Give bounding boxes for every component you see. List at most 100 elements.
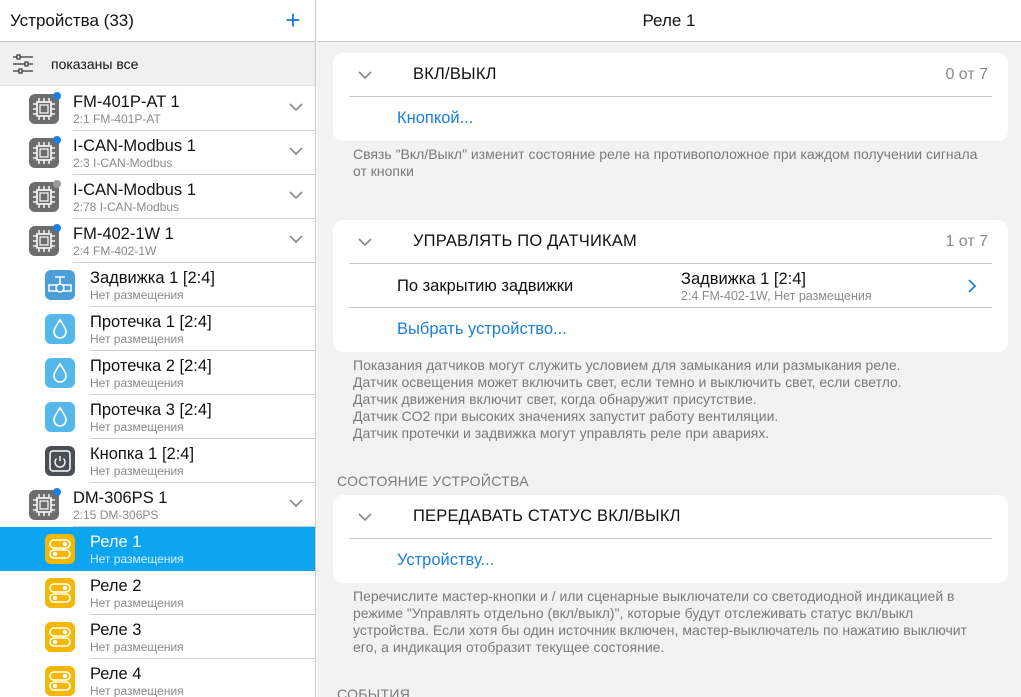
list-item[interactable]: Реле 1 Нет размещения xyxy=(0,527,315,571)
row-sub: Нет размещения xyxy=(90,552,184,566)
plus-icon[interactable]: + xyxy=(283,6,303,34)
row-name: DM-306PS 1 xyxy=(73,489,168,507)
row-name: Протечка 1 [2:4] xyxy=(90,313,212,331)
row-sub: Нет размещения xyxy=(90,376,184,390)
sensors-title: УПРАВЛЯТЬ ПО ДАТЧИКАМ xyxy=(413,232,637,250)
status-title: ПЕРЕДАВАТЬ СТАТУС ВКЛ/ВЫКЛ xyxy=(413,507,681,525)
water-drop-icon xyxy=(45,402,75,432)
list-item[interactable]: Кнопка 1 [2:4] Нет размещения xyxy=(0,439,315,483)
row-name: Задвижка 1 [2:4] xyxy=(90,269,215,287)
row-sub: Нет размещения xyxy=(90,332,184,346)
to-device-link[interactable]: Устройству... xyxy=(397,551,494,570)
status-dot xyxy=(53,488,61,496)
onoff-note: Связь "Вкл/Выкл" изменит состояние реле … xyxy=(353,146,978,179)
device-row[interactable]: FM-401P-AT 1 2:1 FM-401P-AT xyxy=(0,87,315,131)
chevron-down-icon[interactable] xyxy=(288,99,304,115)
list-item[interactable]: Реле 4 Нет размещения xyxy=(0,659,315,697)
device-row[interactable]: I-CAN-Modbus 1 2:3 I-CAN-Modbus xyxy=(0,131,315,175)
row-name: I-CAN-Modbus 1 xyxy=(73,181,196,199)
list-item[interactable]: Реле 3 Нет размещения xyxy=(0,615,315,659)
onoff-card: ВКЛ/ВЫКЛ 0 от 7 Кнопкой... xyxy=(333,53,1008,141)
sensor-binding-row[interactable]: По закрытию задвижки Задвижка 1 [2:4] 2:… xyxy=(349,264,992,308)
list-item[interactable]: Протечка 2 [2:4] Нет размещения xyxy=(0,351,315,395)
water-drop-icon xyxy=(45,358,75,388)
chevron-down-icon[interactable] xyxy=(288,495,304,511)
relay-icon xyxy=(45,666,75,696)
detail-header: Реле 1 xyxy=(317,0,1021,42)
app-window: Устройства (33) + показаны все FM-401P-A… xyxy=(0,0,1021,697)
filter-bar[interactable]: показаны все xyxy=(0,42,315,86)
device-list-header: Устройства (33) + xyxy=(0,0,315,42)
sensors-header[interactable]: УПРАВЛЯТЬ ПО ДАТЧИКАМ 1 от 7 xyxy=(349,220,992,264)
chevron-down-icon[interactable] xyxy=(288,187,304,203)
list-item[interactable]: Протечка 1 [2:4] Нет размещения xyxy=(0,307,315,351)
row-name: Реле 1 xyxy=(90,533,142,551)
row-name: I-CAN-Modbus 1 xyxy=(73,137,196,155)
sensors-note-line: Датчик CO2 при высоких значениях запусти… xyxy=(353,408,779,424)
device-list-title: Устройства (33) xyxy=(10,11,134,30)
device-row[interactable]: FM-402-1W 1 2:4 FM-402-1W xyxy=(0,219,315,263)
status-dot xyxy=(53,180,61,188)
power-button-icon xyxy=(45,446,75,476)
row-sub: Нет размещения xyxy=(90,464,184,478)
valve-icon xyxy=(45,270,75,300)
row-name: Протечка 3 [2:4] xyxy=(90,401,212,419)
sensors-card: УПРАВЛЯТЬ ПО ДАТЧИКАМ 1 от 7 По закрытию… xyxy=(333,220,1008,352)
sensor-condition-label: По закрытию задвижки xyxy=(397,277,574,295)
sensors-note-line: Датчик освещения может включить свет, ес… xyxy=(353,374,902,390)
row-sub: Нет размещения xyxy=(90,596,184,610)
list-item[interactable]: Реле 2 Нет размещения xyxy=(0,571,315,615)
sensors-note-line: Показания датчиков могут служить условие… xyxy=(353,357,901,373)
chevron-down-icon[interactable] xyxy=(357,234,373,250)
row-name: Реле 3 xyxy=(90,621,142,639)
row-name: Реле 4 xyxy=(90,665,142,683)
row-name: Протечка 2 [2:4] xyxy=(90,357,212,375)
row-sub: Нет размещения xyxy=(90,288,184,302)
page-title: Реле 1 xyxy=(642,11,696,30)
sensors-note: Показания датчиков могут служить условие… xyxy=(353,357,993,442)
detail-panel: Реле 1 ВКЛ/ВЫКЛ 0 от 7 Кнопкой... Связь … xyxy=(317,0,1021,697)
status-header[interactable]: ПЕРЕДАВАТЬ СТАТУС ВКЛ/ВЫКЛ xyxy=(349,495,992,539)
sensors-note-line: Датчик протечки и задвижка могут управля… xyxy=(353,425,770,441)
row-sub: 2:1 FM-401P-AT xyxy=(73,112,161,126)
row-sub: Нет размещения xyxy=(90,640,184,654)
list-item[interactable]: Задвижка 1 [2:4] Нет размещения xyxy=(0,263,315,307)
status-dot xyxy=(53,224,61,232)
sensor-device-name: Задвижка 1 [2:4] xyxy=(681,270,806,288)
status-note: Перечислите мастер-кнопки и / или сценар… xyxy=(353,588,967,655)
row-sub: 2:4 FM-402-1W xyxy=(73,244,157,258)
chevron-right-icon[interactable] xyxy=(966,278,978,294)
device-row[interactable]: DM-306PS 1 2:15 DM-306PS xyxy=(0,483,315,527)
row-name: Реле 2 xyxy=(90,577,142,595)
list-item[interactable]: Протечка 3 [2:4] Нет размещения xyxy=(0,395,315,439)
onoff-header[interactable]: ВКЛ/ВЫКЛ 0 от 7 xyxy=(349,53,992,97)
filter-text: показаны все xyxy=(51,56,139,72)
chevron-down-icon[interactable] xyxy=(357,509,373,525)
status-card: ПЕРЕДАВАТЬ СТАТУС ВКЛ/ВЫКЛ Устройству... xyxy=(333,495,1008,583)
device-list-panel: Устройства (33) + показаны все FM-401P-A… xyxy=(0,0,316,697)
sensors-note-line: Датчик движения включит свет, когда обна… xyxy=(353,391,757,407)
add-button-link[interactable]: Кнопкой... xyxy=(397,109,473,128)
row-name: Кнопка 1 [2:4] xyxy=(90,445,195,463)
chevron-down-icon[interactable] xyxy=(288,231,304,247)
relay-icon xyxy=(45,578,75,608)
chevron-down-icon[interactable] xyxy=(357,67,373,83)
relay-icon xyxy=(45,534,75,564)
onoff-count: 0 от 7 xyxy=(945,66,988,83)
row-sub: 2:15 DM-306PS xyxy=(73,508,159,522)
status-dot xyxy=(53,136,61,144)
onoff-title: ВКЛ/ВЫКЛ xyxy=(413,65,497,83)
row-sub: Нет размещения xyxy=(90,684,184,697)
status-dot xyxy=(53,92,61,100)
chevron-down-icon[interactable] xyxy=(288,143,304,159)
select-device-link[interactable]: Выбрать устройство... xyxy=(397,320,567,339)
device-row[interactable]: I-CAN-Modbus 1 2:78 I-CAN-Modbus xyxy=(0,175,315,219)
relay-icon xyxy=(45,622,75,652)
row-name: FM-402-1W 1 xyxy=(73,225,174,243)
row-sub: Нет размещения xyxy=(90,420,184,434)
row-name: FM-401P-AT 1 xyxy=(73,93,180,111)
water-drop-icon xyxy=(45,314,75,344)
device-state-section-title: СОСТОЯНИЕ УСТРОЙСТВА xyxy=(337,473,529,489)
filter-sliders-icon[interactable] xyxy=(12,54,34,74)
row-sub: 2:78 I-CAN-Modbus xyxy=(73,200,180,214)
